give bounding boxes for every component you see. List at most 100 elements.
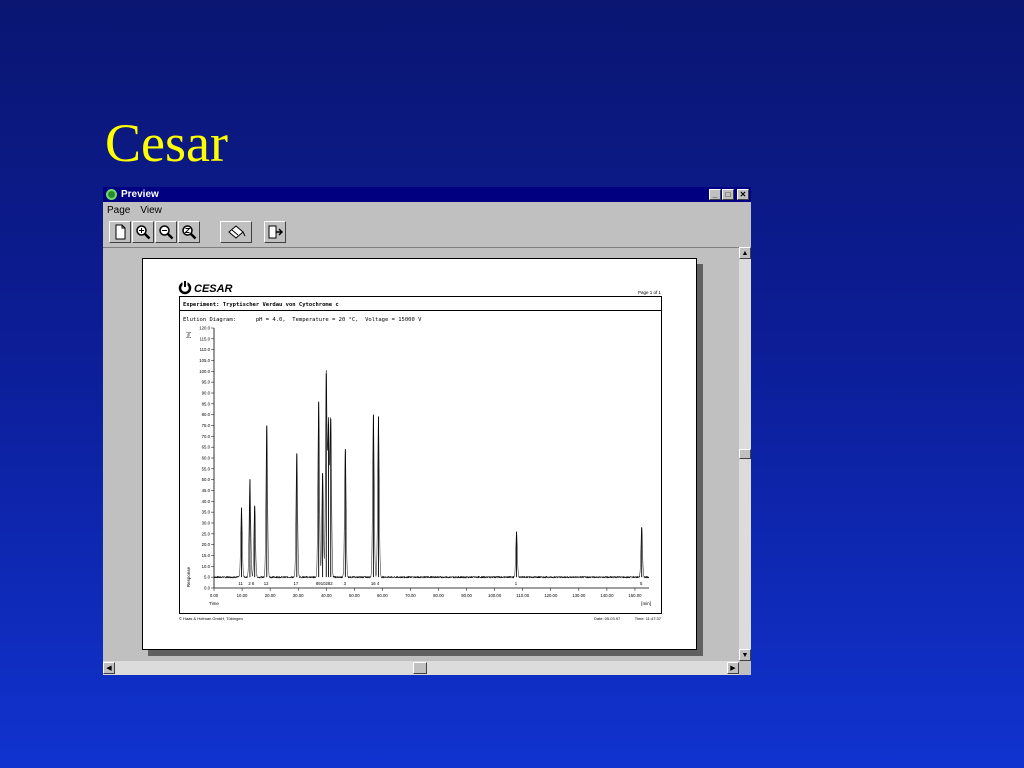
footer-date: Date: 05.03.97: [594, 616, 621, 621]
y-tick-label: 40.0: [202, 499, 211, 504]
peak-label: 5: [640, 581, 643, 586]
y-tick-label: 50.0: [202, 477, 211, 482]
window-title: Preview: [121, 189, 159, 200]
chart-plot: 11 2 6 12 17 8910282 3 16 4 1 5: [213, 370, 650, 586]
footer-time: Time: 11:47:37: [635, 616, 662, 621]
x-tick-label: 0.00: [210, 593, 219, 598]
peak-label: 11: [238, 581, 243, 586]
scroll-left-icon[interactable]: ◀: [103, 662, 115, 674]
zoom-in-button[interactable]: [132, 221, 154, 243]
x-tick-label: 40.00: [321, 593, 332, 598]
print-button[interactable]: [220, 221, 252, 243]
peak-label: 16 4: [371, 581, 380, 586]
signal-trace: [213, 370, 650, 579]
horizontal-scroll-thumb[interactable]: [413, 662, 427, 674]
conditions-label: Elution Diagram: pH = 4.0, Temperature =…: [183, 317, 422, 323]
y-axis-label: Response: [186, 566, 191, 587]
y-unit-label: [%]: [186, 332, 191, 339]
zoom-in-icon: [136, 225, 151, 240]
menu-page[interactable]: Page: [107, 205, 130, 216]
x-tick-label: 100.00: [488, 593, 502, 598]
y-tick-label: 35.0: [202, 510, 211, 515]
x-tick-label: 70.00: [405, 593, 416, 598]
preview-viewport[interactable]: CESAR Page 1 of 1 Experiment: Tryptische…: [103, 247, 739, 661]
toolbar: [103, 218, 751, 246]
x-tick-label: 20.00: [265, 593, 276, 598]
y-tick-label: 70.0: [202, 434, 211, 439]
peak-label: 3: [344, 581, 347, 586]
scroll-down-icon[interactable]: ▼: [739, 649, 751, 661]
x-tick-label: 110.00: [516, 593, 529, 598]
title-bar[interactable]: Preview _ □ ✕: [103, 187, 751, 202]
y-tick-label: 65.0: [202, 445, 211, 450]
y-tick-label: 75.0: [202, 423, 211, 428]
peak-label: 1: [515, 581, 518, 586]
x-tick-label: 10.00: [237, 593, 248, 598]
scroll-right-icon[interactable]: ▶: [727, 662, 739, 674]
footer-company: © Haas & Hofman GmbH, Tübingen: [179, 616, 243, 621]
maximize-button[interactable]: □: [722, 189, 734, 200]
report-brand: CESAR: [194, 283, 233, 295]
x-tick-label: 120.00: [544, 593, 558, 598]
peak-label: 2 6: [248, 581, 255, 586]
y-tick-label: 5.0: [204, 575, 211, 580]
close-button[interactable]: ✕: [737, 189, 749, 200]
scroll-up-icon[interactable]: ▲: [739, 247, 751, 259]
print-icon: [228, 225, 246, 239]
zoom-out-button[interactable]: [155, 221, 177, 243]
y-tick-label: 0.0: [204, 586, 211, 591]
y-tick-label: 90.0: [202, 391, 211, 396]
y-tick-label: 115.0: [200, 336, 211, 341]
peak-label: 12: [264, 581, 269, 586]
y-tick-label: 120.0: [199, 326, 210, 331]
vertical-scroll-thumb[interactable]: [739, 449, 751, 459]
report-page: CESAR Page 1 of 1 Experiment: Tryptische…: [142, 258, 697, 650]
y-tick-label: 45.0: [202, 488, 211, 493]
y-tick-label: 60.0: [202, 456, 211, 461]
y-tick-label: 105.0: [199, 358, 210, 363]
x-tick-label: 60.00: [377, 593, 388, 598]
page-number: Page 1 of 1: [638, 290, 662, 295]
y-tick-label: 95.0: [202, 380, 211, 385]
y-tick-label: 20.0: [202, 542, 211, 547]
peak-label: 8910282: [316, 581, 333, 586]
peak-label: 17: [294, 581, 299, 586]
x-tick-label: 150.00: [628, 593, 642, 598]
menu-view[interactable]: View: [140, 205, 162, 216]
horizontal-scrollbar[interactable]: ◀ ▶: [103, 661, 739, 675]
y-tick-label: 110.0: [200, 347, 211, 352]
menu-bar: Page View: [103, 202, 751, 218]
app-logo-icon: [106, 189, 117, 200]
exit-icon: [268, 225, 283, 239]
y-tick-label: 100.0: [199, 369, 210, 374]
y-tick-label: 85.0: [202, 401, 211, 406]
x-tick-label: 50.00: [349, 593, 360, 598]
zoom-out-icon: [159, 225, 174, 240]
y-tick-label: 10.0: [202, 564, 211, 569]
minimize-button[interactable]: _: [709, 189, 721, 200]
x-tick-label: 140.00: [600, 593, 614, 598]
slide-title: Cesar: [105, 113, 228, 173]
scrollbar-corner: [739, 661, 751, 675]
y-tick-label: 30.0: [202, 521, 211, 526]
x-unit-label: [min]: [641, 601, 651, 606]
cesar-logo-icon: [178, 281, 192, 295]
new-page-icon: [115, 224, 126, 240]
x-tick-label: 130.00: [572, 593, 586, 598]
exit-button[interactable]: [264, 221, 286, 243]
x-axis-label: Time: [209, 601, 219, 606]
experiment-label: Experiment: Tryptischer Verdau von Cytoc…: [183, 302, 339, 308]
x-tick-label: 90.00: [461, 593, 472, 598]
y-tick-label: 55.0: [202, 466, 211, 471]
new-page-button[interactable]: [109, 221, 131, 243]
x-tick-label: 30.00: [293, 593, 304, 598]
zoom-fit-button[interactable]: [178, 221, 200, 243]
y-tick-label: 25.0: [202, 531, 211, 536]
zoom-fit-icon: [182, 225, 197, 240]
y-tick-label: 15.0: [202, 553, 211, 558]
report-sheet: CESAR Page 1 of 1 Experiment: Tryptische…: [178, 281, 662, 621]
y-tick-label: 80.0: [202, 412, 211, 417]
vertical-scrollbar[interactable]: ▲ ▼: [739, 247, 751, 661]
preview-window: Preview _ □ ✕ Page View CESAR Page 1 of …: [103, 187, 751, 675]
x-tick-label: 80.00: [433, 593, 444, 598]
